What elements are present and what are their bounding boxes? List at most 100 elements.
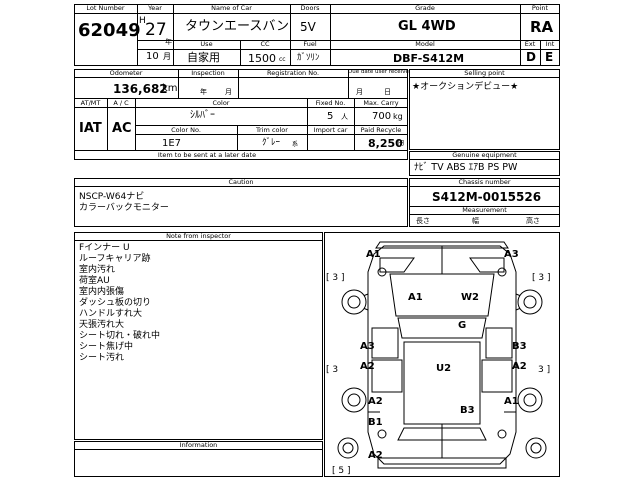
mark-rear-corner: B1 [368,417,383,428]
note-line: ダッシュ板の切り [79,298,152,308]
caution-label: Caution [228,178,254,186]
transmission-value: IAT [79,121,102,136]
recycle-label: Paid Recycle [360,126,402,134]
point-label: Point [531,4,549,12]
note-line: 室内内張傷 [79,287,125,297]
fixed-no-unit: 人 [341,113,348,121]
bracket-right-mid: 3 ] [538,365,550,375]
ac-label: A / C [113,99,129,107]
chassis-label: Chassis number [458,178,511,186]
mark-right-door1: B3 [512,341,527,352]
mark-left-door1: A3 [360,341,375,352]
mark-left-door2: A2 [360,361,375,372]
mark-right-door2: A2 [512,361,527,372]
lot-number-label: Lot Number [86,4,125,12]
color-value: ｼﾙﾊﾞｰ [190,110,215,121]
bracket-right-front: [ 3 ] [532,273,550,283]
mark-windshield: W2 [461,292,479,303]
odometer-value: 136,682 [113,82,168,96]
import-car-label: Import car [313,126,348,134]
odometer-unit: km [162,83,178,94]
note-line: ルーフキャリア跡 [79,254,151,264]
selling-point-label: Selling point [464,69,505,77]
bracket-left-front: [ 3 ] [326,273,344,283]
car-diagram: A1 A3 A1 W2 G A3 B3 A2 A2 U2 A2 A1 B3 B1… [326,241,550,476]
point-value: RA [530,18,554,36]
cc-label: CC [260,40,270,48]
equipment-value: ﾅﾋﾞ TV ABS ｴｱB PS PW [414,162,518,173]
note-line: 天張汚れ大 [79,320,125,330]
note-line: シート切れ・破れ中 [79,331,161,341]
transmission-label: AT/MT [80,99,101,107]
max-carry-value: 700 [372,111,392,122]
due-month-suffix: 月 [356,88,363,96]
color-no-label: Color No. [171,126,201,134]
registration-label: Registration No. [266,69,320,77]
measurement-length: 長さ [416,217,430,225]
lot-number: 62049 [78,20,141,41]
trim-color-value: ｸﾞﾚｰ [262,138,281,148]
bracket-bottom: [ 5 ] [332,466,350,476]
equipment-label: Genuine equipment [452,151,517,159]
year-label: Year [148,4,162,12]
cc-unit: cc [279,56,286,63]
model-value: DBF-S412M [393,52,465,65]
mark-glass: G [458,320,466,331]
int-value: E [545,50,554,64]
use-label: Use [200,40,213,48]
month-value: 10 [146,51,159,62]
due-date-label: Due date user receive [348,69,409,75]
fixed-no-value: 5 [327,111,334,122]
note-line: 室内汚れ [79,265,116,275]
grade-value: GL 4WD [398,19,456,34]
glass [397,317,487,339]
inspection-month-suffix: 月 [225,88,232,96]
name-label: Name of Car [211,4,252,12]
note-line: ハンドルすれ大 [79,309,143,319]
ac-value: AC [112,121,132,136]
max-carry-unit: kg [393,112,403,121]
mark-roof: U2 [436,363,451,374]
odometer-label: Odometer [109,69,143,77]
note-line: シート焦げ中 [79,342,134,352]
mark-rear-panel: B3 [460,405,475,416]
note-line: Fインナー U [79,243,130,253]
int-label: Int [545,40,555,48]
cc-value: 1500 [248,52,276,65]
later-items-label: Item to be sent at a later date [157,151,257,159]
car-name: タウンエースバン [185,19,290,34]
mark-front-left: A1 [366,249,381,260]
measurement-height: 高さ [526,217,540,225]
year-suffix: 年 [165,38,172,46]
ext-label: Ext [524,40,536,48]
mark-rear-left: A2 [368,396,383,407]
fixed-no-label: Fixed No. [315,99,346,107]
caution-line: カラーバックモニター [79,203,169,213]
caution-line: NSCP-W64ナビ [79,192,145,202]
note-line: 荷室AU [79,276,110,286]
inspection-label: Inspection [191,69,225,77]
month-suffix: 月 [163,52,171,61]
due-day-suffix: 日 [384,88,391,96]
model-label: Model [415,40,435,48]
selling-point-text: ★オークションデビュー★ [412,82,519,92]
mark-rear-right: A1 [504,396,519,407]
note-line: シート汚れ [79,353,125,363]
right-door-front [485,327,513,359]
rear-lamp-left [337,437,359,459]
trim-color-label: Trim color [256,126,288,134]
ext-value: D [526,50,536,64]
rear-lamp-right [525,437,547,459]
right-door-rear [481,359,513,393]
inspection-year-suffix: 年 [200,88,207,96]
mark-front-right: A3 [504,249,519,260]
rear-bumper [377,457,507,469]
doors-label: Doors [300,4,320,12]
mark-hood-left: A1 [408,292,423,303]
left-door-rear [371,359,403,393]
measurement-width: 幅 [472,217,479,225]
notes-label: Note from inspector [166,232,231,240]
grade-label: Grade [415,4,435,12]
chassis-value: S412M-0015526 [432,190,542,204]
information-label: Information [179,441,218,449]
